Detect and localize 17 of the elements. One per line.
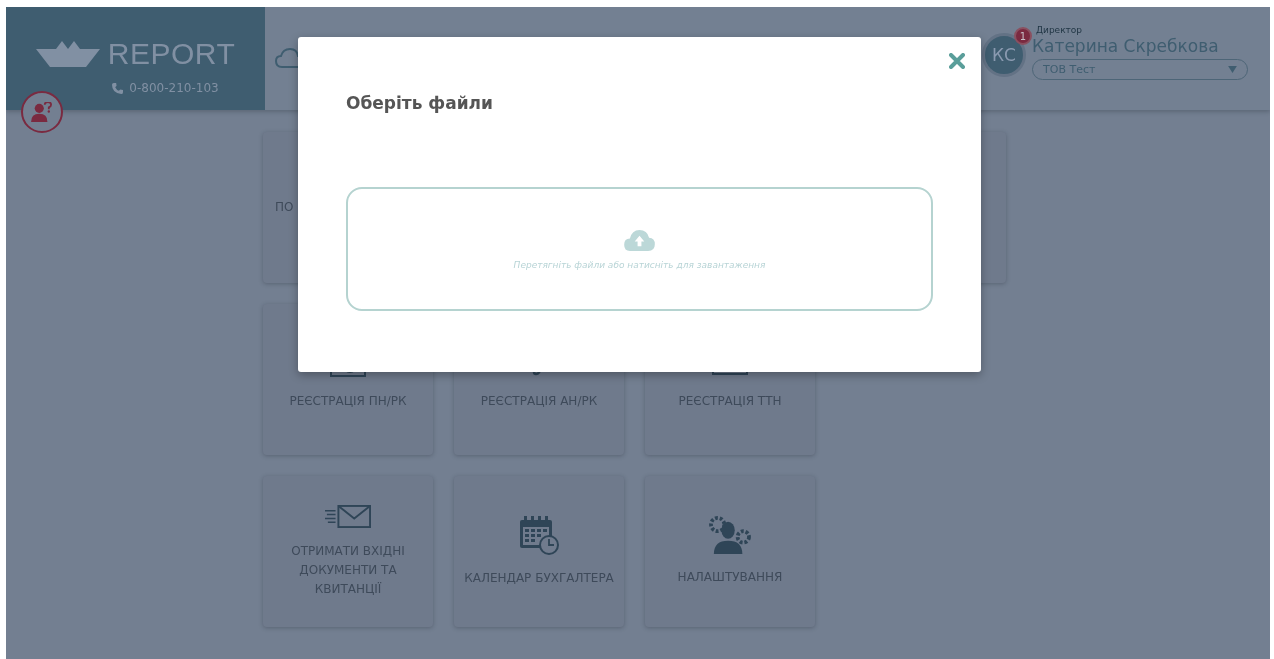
help-person-icon (31, 102, 53, 122)
drop-zone-hint: Перетягніть файли або натисніть для завантаження (513, 259, 766, 270)
phone-number: 0-800-210-103 (129, 81, 219, 95)
file-drop-zone[interactable]: Перетягніть файли або натисніть для завантаження (346, 187, 933, 311)
phone-icon (112, 82, 124, 94)
close-icon[interactable] (949, 53, 965, 69)
envelope-icon (325, 504, 371, 528)
dialog-title: Оберіть файли (346, 93, 494, 113)
logo-text: REPORT (107, 37, 236, 71)
calendar-clock-icon (519, 515, 559, 555)
person-gears-icon (709, 516, 751, 554)
paper-boat-icon (35, 41, 100, 67)
notification-badge: 1 (1014, 27, 1032, 45)
caret-icon (1228, 66, 1237, 73)
support-button[interactable] (21, 91, 63, 133)
cloud-upload-icon (623, 228, 656, 252)
user-role: Директор (1036, 25, 1084, 35)
